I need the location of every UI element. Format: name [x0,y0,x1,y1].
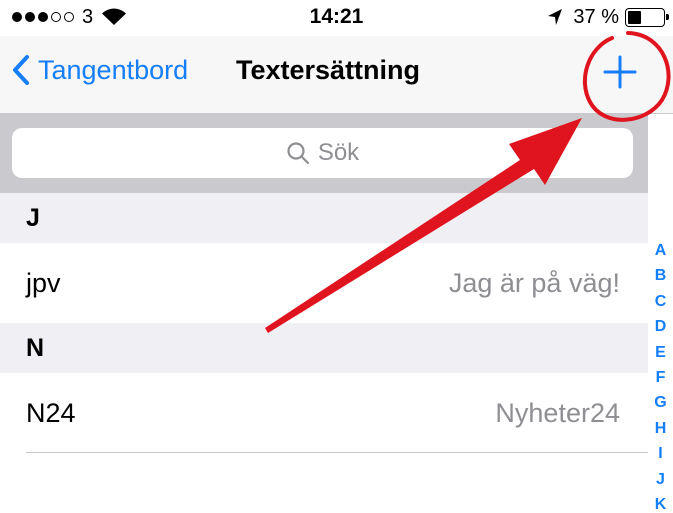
index-letter-j[interactable]: J [656,467,665,492]
index-letter-f[interactable]: F [656,365,666,390]
search-input[interactable]: Sök [12,128,633,178]
location-arrow-icon [548,9,563,25]
index-letter-c[interactable]: C [655,289,667,314]
index-letter-a[interactable]: A [655,238,667,263]
row-phrase: Nyheter24 [495,398,620,428]
section-header-label: J [26,204,40,232]
back-button[interactable]: Tangentbord [12,54,188,86]
back-button-label: Tangentbord [38,55,189,85]
section-header-j: J [0,193,648,243]
row-separator [26,452,648,453]
index-letter-e[interactable]: E [655,340,666,365]
index-letter-k[interactable]: K [655,492,667,513]
status-bar: 3 14:21 37 % [0,0,673,36]
page-title: Textersättning [236,55,421,85]
battery-percent: 37 % [573,6,619,28]
row-shortcut: jpv [26,268,61,298]
plus-icon [603,55,637,89]
row-phrase: Jag är på väg! [448,268,620,298]
chevron-left-icon [13,55,29,85]
battery-icon [625,7,669,27]
section-header-n: N [0,323,648,373]
index-letter-h[interactable]: H [655,416,667,441]
search-bar: Sök [0,114,648,193]
section-index[interactable]: A B C D E F G H I J K [648,238,673,513]
add-button[interactable] [600,52,640,92]
battery-fill [628,10,641,24]
status-right: 37 % [547,5,669,29]
row-shortcut: N24 [26,398,76,428]
index-letter-g[interactable]: G [654,390,666,415]
section-header-label: N [26,334,45,362]
navigation-bar: Tangentbord Textersättning [0,36,673,114]
search-placeholder: Sök [317,139,360,166]
index-letter-b[interactable]: B [655,263,667,288]
battery-tip [666,13,669,20]
index-letter-d[interactable]: D [655,314,667,339]
table-row[interactable]: jpv Jag är på väg! [0,243,648,323]
index-letter-i[interactable]: I [658,441,662,466]
search-icon [287,142,309,165]
table-row[interactable]: N24 Nyheter24 [0,373,648,453]
